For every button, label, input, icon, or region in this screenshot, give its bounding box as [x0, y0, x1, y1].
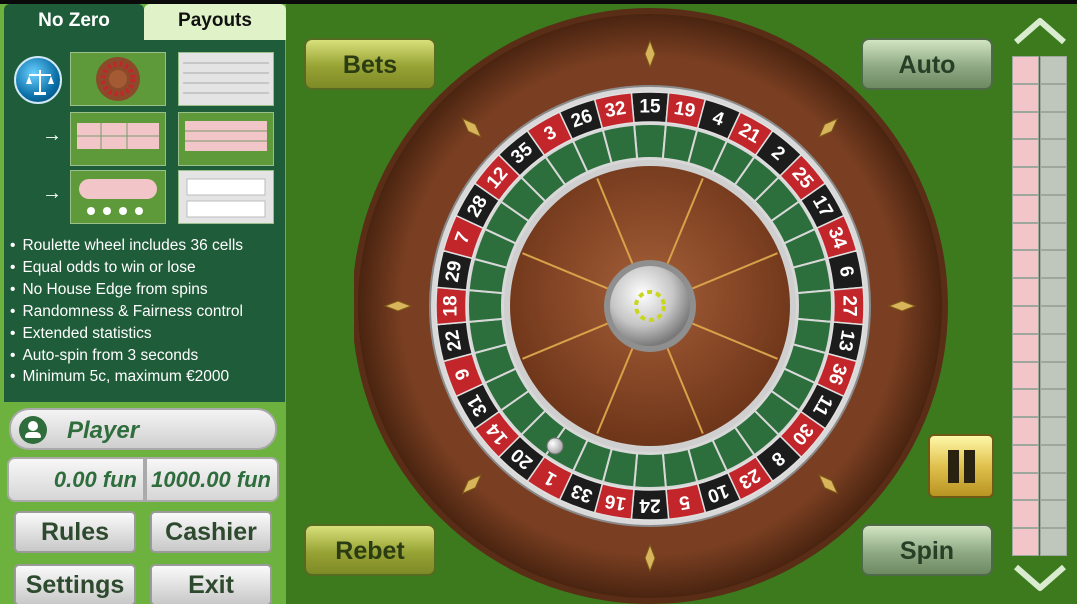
- stat-cell: [1012, 222, 1039, 251]
- stat-cell: [1040, 472, 1067, 501]
- feature-item: Minimum 5c, maximum €2000: [8, 366, 243, 388]
- feature-item: No House Edge from spins: [8, 279, 243, 301]
- stat-cell: [1012, 167, 1039, 195]
- stat-cell: [1040, 528, 1067, 556]
- stat-cell: [1012, 111, 1039, 140]
- stat-cell: [1040, 278, 1067, 306]
- feature-item: Roulette wheel includes 36 cells: [8, 235, 243, 257]
- screenshot-table-thumbnail: [70, 112, 166, 166]
- statistics-column: [1012, 56, 1068, 556]
- stat-cell: [1012, 139, 1039, 168]
- info-panel: → → Roulette wheel includes 36 cells Equ…: [4, 40, 285, 402]
- bets-button[interactable]: Bets: [304, 38, 436, 90]
- roulette-wheel: 15 19 421225173462713361130823105241633120…: [354, 8, 948, 604]
- pause-icon[interactable]: [928, 434, 994, 498]
- player-name: Player: [67, 417, 140, 444]
- stat-cell: [1012, 194, 1039, 223]
- screenshot-racetrack-thumbnail: [70, 170, 166, 224]
- feature-item: Auto-spin from 3 seconds: [8, 345, 243, 367]
- number-label: 27: [839, 295, 860, 316]
- stat-cell: [1040, 83, 1067, 112]
- exit-button[interactable]: Exit: [150, 564, 272, 604]
- number-label: 22: [442, 328, 466, 352]
- pocket: [796, 289, 833, 323]
- hub-icon: [610, 266, 690, 346]
- stat-cell: [1040, 56, 1067, 84]
- number-label: 29: [442, 259, 466, 283]
- stat-cell: [1012, 306, 1039, 334]
- stat-cell: [1012, 250, 1039, 279]
- stat-cell: [1012, 500, 1039, 529]
- stat-cell: [1012, 528, 1039, 556]
- feature-item: Extended statistics: [8, 323, 243, 345]
- stat-cell: [1040, 167, 1067, 195]
- balance-amount: 1000.00 fun: [145, 457, 279, 502]
- stat-cell: [1012, 417, 1039, 445]
- number-label: 15: [639, 97, 661, 118]
- stat-cell: [1040, 361, 1067, 390]
- stat-cell: [1012, 389, 1039, 418]
- pocket: [633, 123, 667, 160]
- stat-cell: [1040, 250, 1067, 279]
- stat-cell: [1040, 444, 1067, 473]
- screenshot-wheel-thumbnail: [70, 52, 166, 106]
- spin-button[interactable]: Spin: [861, 524, 993, 576]
- scales-icon: [14, 56, 62, 104]
- bet-amount: 0.00 fun: [7, 457, 145, 502]
- arrow-right-icon: →: [42, 124, 62, 146]
- stat-cell: [1040, 139, 1067, 168]
- tab-payouts[interactable]: Payouts: [144, 4, 286, 40]
- stat-cell: [1040, 417, 1067, 445]
- number-label: 13: [834, 328, 858, 352]
- tab-bar: No Zero Payouts: [4, 4, 286, 40]
- player-bar[interactable]: Player: [9, 408, 277, 450]
- stat-cell: [1012, 83, 1039, 112]
- number-label: 16: [603, 490, 627, 514]
- stat-cell: [1040, 306, 1067, 334]
- cashier-button[interactable]: Cashier: [150, 511, 272, 553]
- stat-cell: [1012, 333, 1039, 362]
- rebet-button[interactable]: Rebet: [304, 524, 436, 576]
- number-label: 18: [441, 295, 462, 316]
- pocket: [633, 452, 667, 489]
- chevron-up-icon[interactable]: [1013, 16, 1067, 46]
- number-label: 19: [672, 98, 696, 122]
- rules-button[interactable]: Rules: [14, 511, 136, 553]
- stat-cell: [1040, 194, 1067, 223]
- stat-cell: [1040, 222, 1067, 251]
- screenshot-settings-thumbnail: [178, 170, 274, 224]
- stat-cell: [1012, 56, 1039, 84]
- number-label: 24: [639, 495, 661, 516]
- auto-button[interactable]: Auto: [861, 38, 993, 90]
- number-label: 32: [603, 98, 627, 122]
- stat-cell: [1040, 111, 1067, 140]
- stat-cell: [1040, 389, 1067, 418]
- chevron-down-icon[interactable]: [1013, 563, 1067, 593]
- arrow-right-icon: →: [42, 182, 62, 204]
- feature-item: Randomness & Fairness control: [8, 301, 243, 323]
- tab-no-zero[interactable]: No Zero: [4, 4, 144, 40]
- feature-list: Roulette wheel includes 36 cells Equal o…: [8, 235, 243, 388]
- stat-cell: [1012, 361, 1039, 390]
- left-panel: No Zero Payouts → → • Roulette wheel inc…: [0, 4, 286, 604]
- stat-cell: [1040, 500, 1067, 529]
- stat-cell: [1012, 472, 1039, 501]
- feature-item: Equal odds to win or lose: [8, 257, 243, 279]
- screenshot-stats-thumbnail: [178, 52, 274, 106]
- stat-cell: [1040, 333, 1067, 362]
- pocket: [467, 289, 504, 323]
- settings-button[interactable]: Settings: [14, 564, 136, 604]
- stat-cell: [1012, 278, 1039, 306]
- roulette-ball: [546, 437, 564, 455]
- screenshot-table2-thumbnail: [178, 112, 274, 166]
- user-icon: [19, 416, 47, 444]
- stat-cell: [1012, 444, 1039, 473]
